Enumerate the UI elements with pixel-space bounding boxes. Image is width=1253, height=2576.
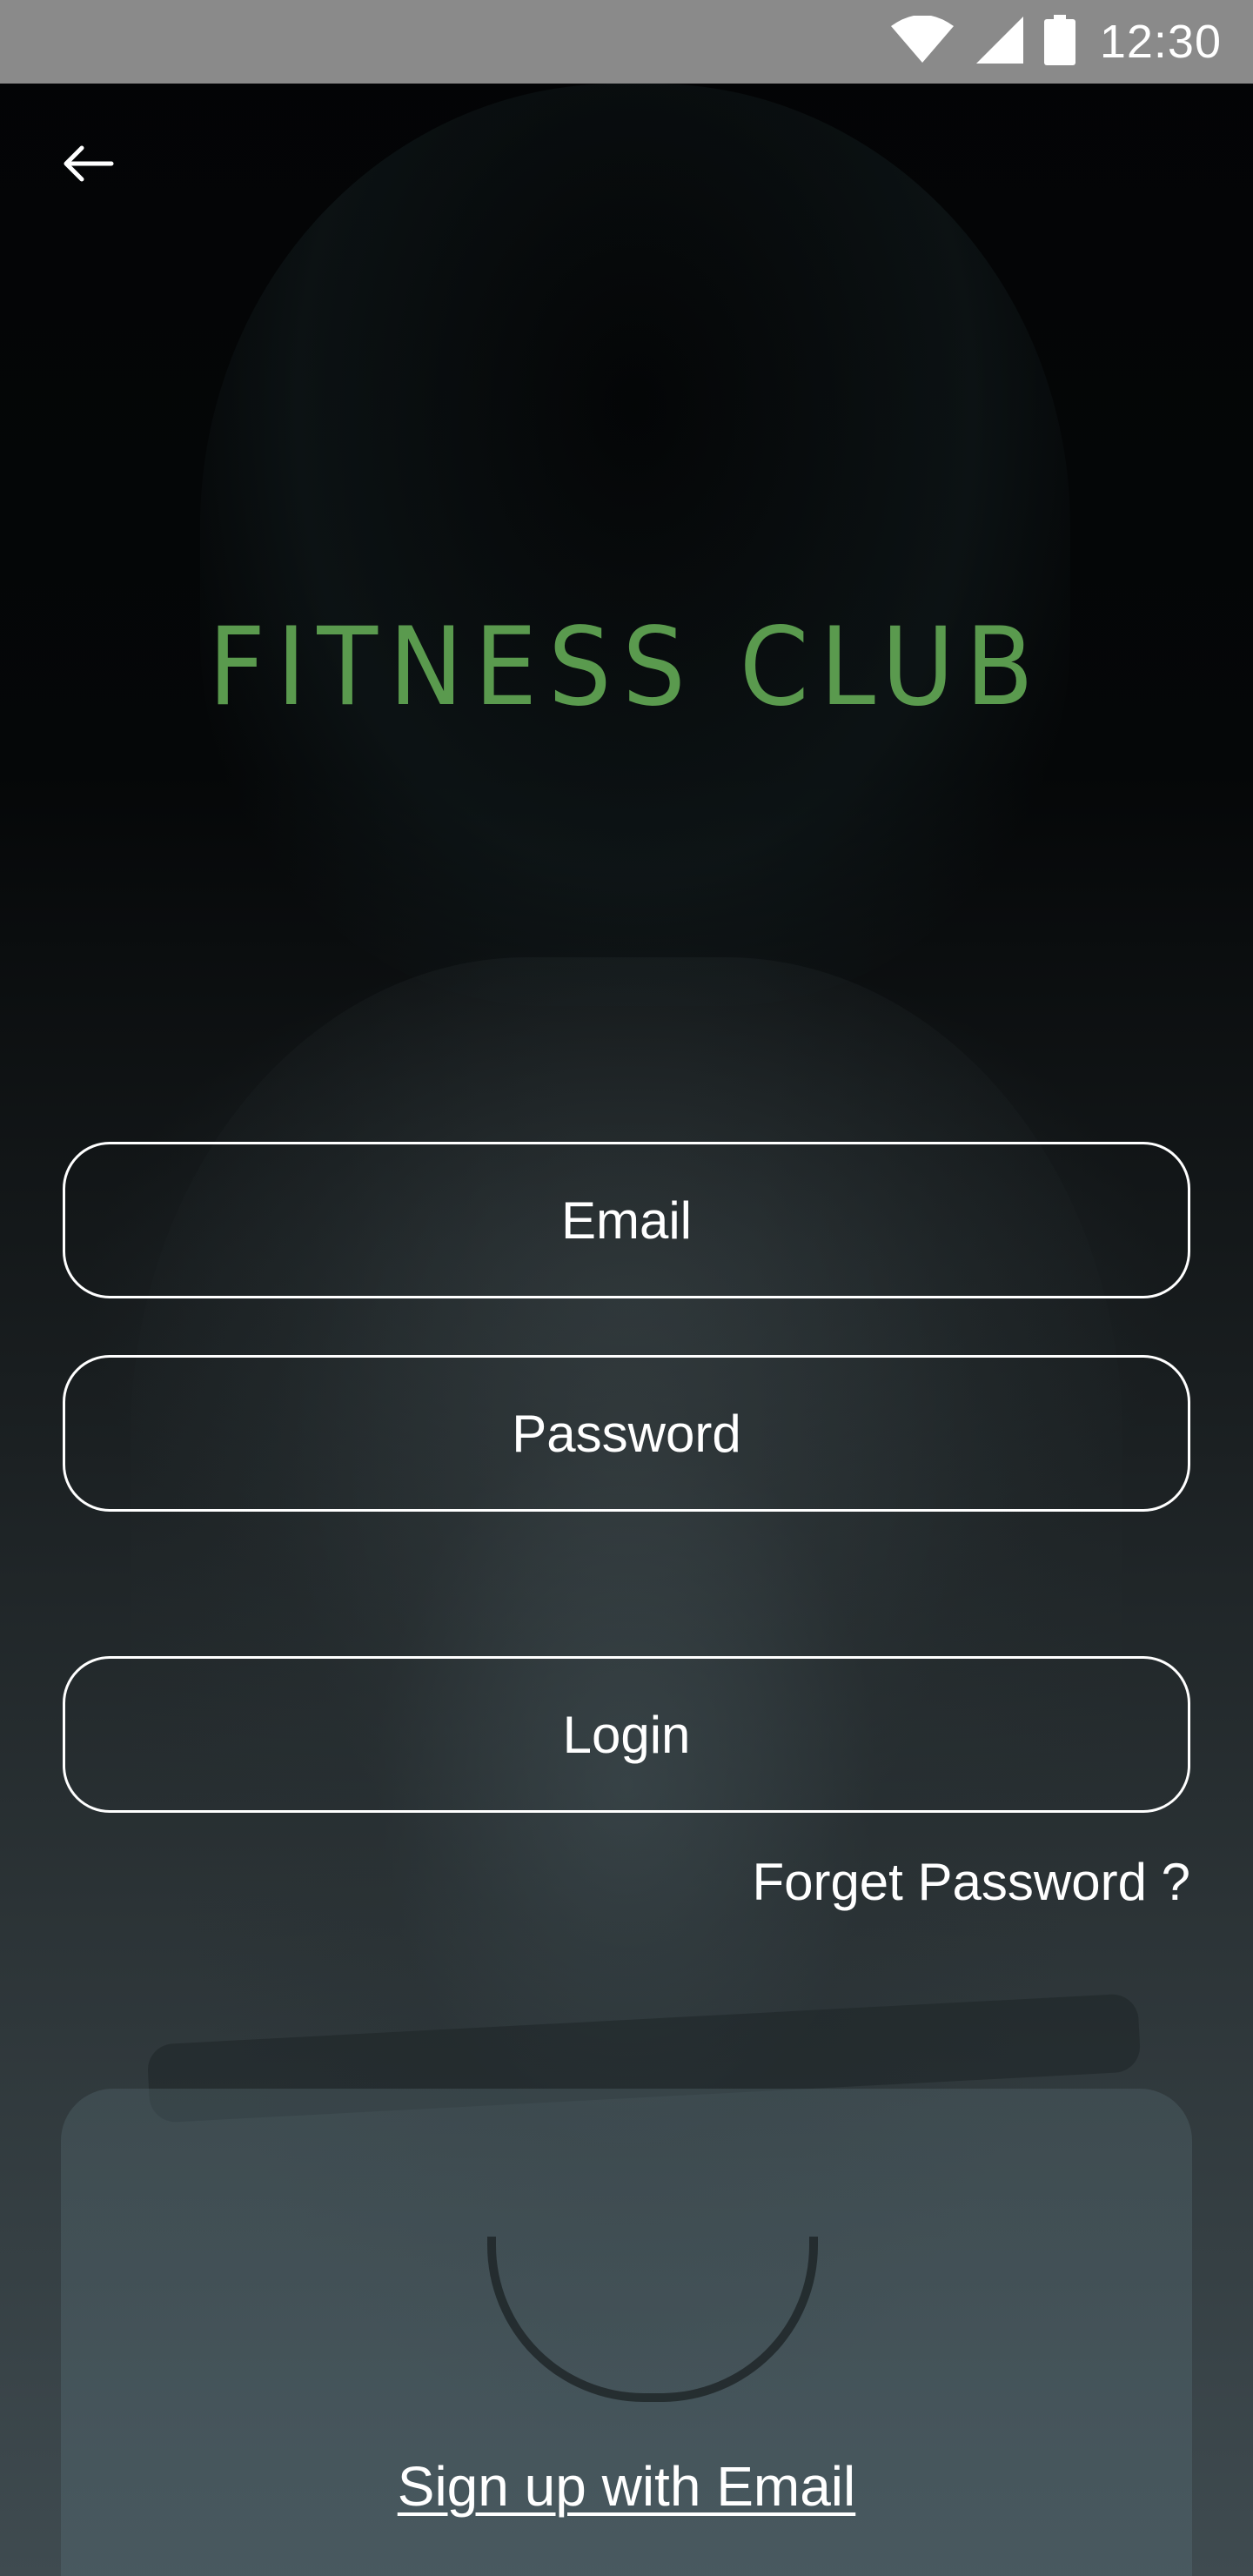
arrow-left-icon	[64, 145, 114, 182]
app-logo: FITNESS CLUB	[208, 605, 1045, 730]
background-torso-shape	[131, 957, 1122, 2158]
login-button[interactable]: Login	[63, 1656, 1190, 1813]
password-field[interactable]	[63, 1355, 1190, 1512]
cellular-signal-icon	[975, 15, 1025, 70]
background-hood-shape	[200, 84, 1070, 1006]
login-screen: 12:30 FITNESS CLUB Login Forget Password…	[0, 0, 1253, 2576]
wifi-icon	[889, 14, 955, 69]
background-waistband-shape	[146, 1993, 1142, 2123]
forget-password-link[interactable]: Forget Password ?	[752, 1852, 1190, 1912]
login-button-label: Login	[562, 1705, 691, 1764]
status-bar: 12:30	[0, 0, 1253, 84]
signup-with-email-link[interactable]: Sign up with Email	[398, 2455, 855, 2518]
background-drawstring-shape	[487, 2237, 818, 2402]
email-field[interactable]	[63, 1142, 1190, 1298]
battery-icon	[1043, 14, 1075, 70]
back-button[interactable]	[45, 122, 129, 205]
signup-container: Sign up with Email	[0, 2454, 1253, 2519]
status-time: 12:30	[1099, 16, 1222, 68]
